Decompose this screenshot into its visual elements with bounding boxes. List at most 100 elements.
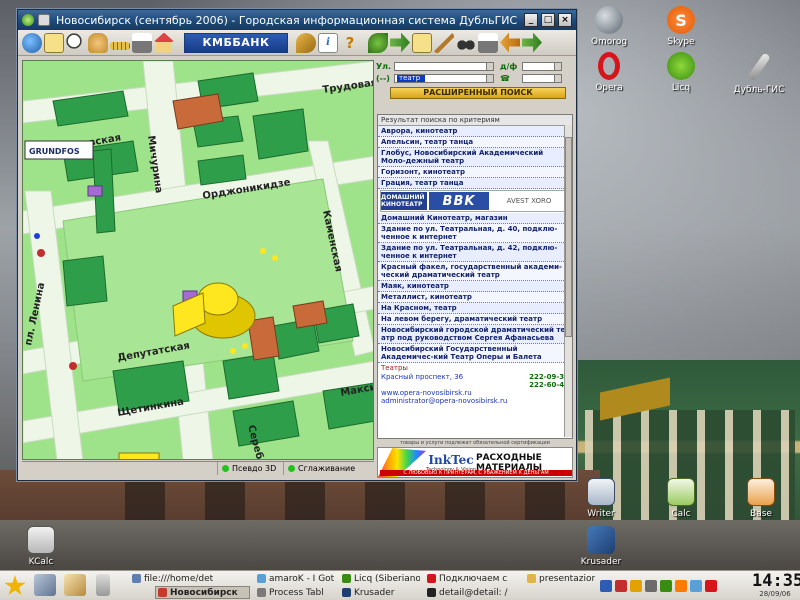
keyboard-layout-icon[interactable] — [600, 580, 612, 592]
list-item[interactable]: Аврора, кинотеатр — [378, 126, 572, 137]
system-tray — [600, 575, 750, 597]
back-arrow-icon[interactable] — [500, 32, 520, 53]
print-icon[interactable] — [132, 32, 152, 53]
k-menu-button[interactable] — [2, 573, 28, 599]
info-icon[interactable]: i — [318, 32, 338, 53]
list-item[interactable]: Домашний Кинотеатр, магазин — [378, 213, 572, 224]
opera-tray-icon[interactable] — [705, 580, 717, 592]
task-krusader[interactable]: Krusader — [340, 586, 420, 599]
list-item-selected[interactable]: Новосибирский Государственный Академичес… — [378, 344, 572, 363]
address-link[interactable]: Красный проспект, 36 — [381, 373, 463, 381]
list-item[interactable]: Грация, театр танца — [378, 178, 572, 189]
desktop-icon-krusader[interactable]: Krusader — [566, 526, 636, 567]
list-item[interactable]: На левом берегу, драматический театр — [378, 314, 572, 325]
key-icon[interactable] — [296, 32, 316, 53]
marker-4 — [242, 343, 248, 349]
contact-email[interactable]: administrator@opera-novosibirsk.ru — [378, 397, 572, 405]
task-process-table[interactable]: Process Tabl — [255, 586, 335, 599]
task-dublgis[interactable]: Новосибирск — [155, 586, 250, 599]
chevron-down-icon[interactable] — [486, 75, 493, 82]
desktop-icon-licq[interactable]: Licq — [646, 52, 716, 93]
close-button[interactable]: × — [558, 13, 572, 27]
minimize-button[interactable]: _ — [524, 13, 538, 27]
desktop-icon-calc[interactable]: Calc — [646, 478, 716, 519]
maximize-button[interactable]: □ — [541, 13, 555, 27]
rubric-value: театр — [397, 75, 425, 82]
list-item[interactable]: На Красном, театр — [378, 303, 572, 314]
grundfos-ad[interactable]: GRUNDFOS — [24, 140, 94, 160]
leaf-icon[interactable] — [368, 32, 388, 53]
contact-website[interactable]: www.opera-novosibirsk.ru — [378, 389, 572, 397]
list-item[interactable]: Глобус, Новосибирский Академический Моло… — [378, 148, 572, 167]
desktop-icon-base[interactable]: Base — [726, 478, 796, 519]
scrollbar-thumb[interactable] — [565, 137, 572, 337]
desktop-icon-opera[interactable]: Opera — [574, 52, 644, 93]
desktop-icon-skype[interactable]: Skype — [646, 6, 716, 47]
brush-icon[interactable] — [434, 32, 454, 53]
list-item[interactable]: Апельсин, театр танца — [378, 137, 572, 148]
results-scrollbar[interactable] — [564, 125, 572, 437]
home-icon[interactable] — [154, 32, 174, 53]
task-opera[interactable]: Подключаем с — [425, 572, 520, 585]
chevron-down-icon[interactable] — [554, 63, 561, 70]
file-manager-icon[interactable] — [64, 574, 86, 596]
amarok-tray-icon[interactable] — [690, 580, 702, 592]
globe-icon[interactable] — [22, 32, 42, 53]
desktop-icon-writer[interactable]: Writer — [566, 478, 636, 519]
desktop-icon-kcalc[interactable]: KCalc — [6, 526, 76, 567]
desktop-icon-dublgis[interactable]: Дубль-ГИС — [724, 52, 794, 95]
app-icon[interactable] — [22, 14, 34, 26]
help-icon[interactable]: ? — [340, 33, 360, 53]
volume-icon[interactable] — [645, 580, 657, 592]
task-amarok[interactable]: amaroK - I Got — [255, 572, 335, 585]
rubric-input[interactable]: театр — [394, 74, 494, 83]
task-terminal[interactable]: detail@detail: / — [425, 586, 520, 599]
ruler-icon[interactable] — [110, 41, 130, 50]
list-item[interactable]: Новосибирский городской драматический те… — [378, 325, 572, 344]
window-titlebar[interactable]: Новосибирск (сентябрь 2006) - Городская … — [18, 10, 576, 30]
list-item[interactable]: Маяк, кинотеатр — [378, 281, 572, 292]
pager-icon[interactable] — [96, 574, 110, 596]
search-results[interactable]: Результат поиска по критериям Аврора, ки… — [377, 114, 573, 439]
website-link[interactable]: www.opera-novosibirsk.ru — [381, 389, 472, 397]
chevron-down-icon[interactable] — [486, 63, 493, 70]
list-item[interactable]: Горизонт, кинотеатр — [378, 167, 572, 178]
task-licq[interactable]: Licq (Siberiano) — [340, 572, 420, 585]
zoom-icon[interactable] — [66, 32, 86, 53]
task-presentation[interactable]: presentazione — [525, 572, 595, 585]
flag-icon[interactable] — [615, 580, 627, 592]
print-results-icon[interactable] — [478, 32, 498, 53]
licq-tray-icon[interactable] — [660, 580, 672, 592]
search-icon[interactable] — [412, 32, 432, 53]
window-menu-icon[interactable] — [38, 14, 50, 26]
email-link[interactable]: administrator@opera-novosibirsk.ru — [381, 397, 507, 405]
list-item[interactable]: Здание по ул. Театральная, д. 40, подклю… — [378, 224, 572, 243]
list-item[interactable]: Здание по ул. Театральная, д. 42, подклю… — [378, 243, 572, 262]
skype-tray-icon[interactable] — [675, 580, 687, 592]
city-map[interactable]: Трудовая Мичурина Орджоникидзе Каменская… — [22, 60, 374, 460]
network-icon[interactable] — [630, 580, 642, 592]
smoothing-toggle[interactable]: Сглаживание — [284, 462, 372, 475]
route-icon[interactable] — [390, 32, 410, 53]
hand-icon[interactable] — [88, 32, 108, 53]
forward-arrow-icon[interactable] — [522, 32, 542, 53]
pencil-icon[interactable] — [44, 32, 64, 53]
inline-ad[interactable]: ДОМАШНИЙ КИНОТЕАТР BBK AVEST XORO — [380, 190, 570, 212]
house-input[interactable] — [522, 62, 562, 71]
pseudo3d-toggle[interactable]: Псевдо 3D — [218, 462, 284, 475]
list-item[interactable]: Металлист, кинотеатр — [378, 292, 572, 303]
street-input[interactable] — [394, 62, 494, 71]
inktec-ad-banner[interactable]: InkTec Technology & Vision РАСХОДНЫЕ МАТ… — [377, 447, 573, 478]
contact-address[interactable]: Красный проспект, 36 222-09-34 — [378, 373, 572, 381]
kmb-bank-logo[interactable]: КМББАНК — [184, 32, 288, 53]
map-canvas[interactable]: Трудовая Мичурина Орджоникидзе Каменская… — [23, 61, 374, 460]
phone-input[interactable] — [522, 74, 562, 83]
clock[interactable]: 14:35 28/09/06 — [752, 572, 800, 598]
show-desktop-icon[interactable] — [34, 574, 56, 596]
list-item[interactable]: Красный факел, государственный академи-ч… — [378, 262, 572, 281]
advanced-search-button[interactable]: РАСШИРЕННЫЙ ПОИСК — [390, 87, 566, 99]
chevron-down-icon[interactable] — [554, 75, 561, 82]
task-file-manager[interactable]: file:///home/det — [130, 572, 250, 585]
binoculars-icon[interactable] — [456, 32, 476, 53]
desktop-icon-omorog[interactable]: Omorog — [574, 6, 644, 47]
